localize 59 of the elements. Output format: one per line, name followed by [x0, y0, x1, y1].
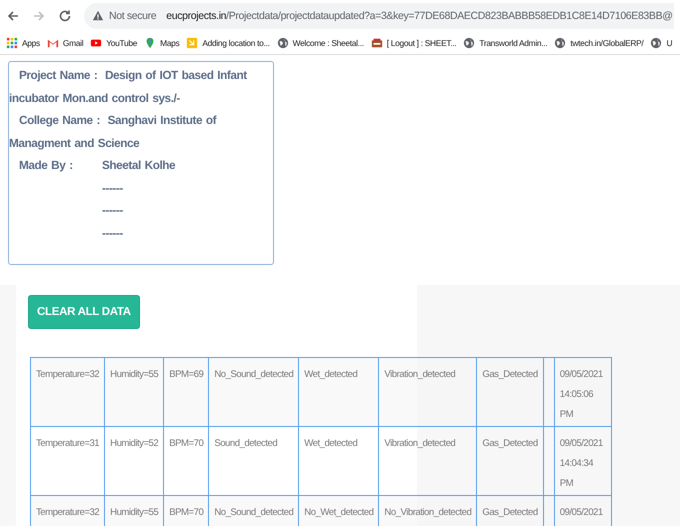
- bookmark[interactable]: twtech.in/GlobalERP/: [554, 37, 644, 49]
- table-cell: [543, 358, 554, 426]
- mail-icon: [46, 37, 59, 49]
- table-cell: Humidity=55: [104, 358, 164, 426]
- site-icon: [370, 37, 383, 49]
- warning-icon: [92, 10, 104, 22]
- bookmark[interactable]: Adding location to...: [186, 37, 270, 49]
- globe-icon: [463, 37, 476, 49]
- field-text: Project Name : Design of IOT based Infant incubator Mon.and control sys./-: [9, 67, 248, 106]
- table-cell: No_Sound_detected: [208, 496, 299, 526]
- table-cell: Temperature=32: [30, 358, 105, 426]
- bookmark[interactable]: Transworld Admin...: [463, 37, 548, 49]
- security-label: Not secure: [109, 10, 156, 22]
- placeholder-dashes: ------: [102, 226, 123, 240]
- table-cell: Gas_Detected: [476, 426, 544, 496]
- table-cell: Humidity=52: [104, 426, 164, 496]
- field-value: Sheetal Kolhe: [102, 158, 176, 172]
- bookmark[interactable]: Welcome : Sheetal...: [276, 37, 364, 49]
- bookmark[interactable]: YouTube: [90, 37, 138, 49]
- globe-icon: [650, 37, 662, 49]
- table-cell: Gas_Detected: [476, 496, 544, 526]
- table-cell: [543, 426, 554, 496]
- globe-icon: [276, 37, 289, 49]
- table-cell: BPM=70: [164, 496, 209, 526]
- table-cell: Temperature=32: [30, 496, 105, 526]
- table-cell: Temperature=31: [30, 426, 105, 496]
- bookmark[interactable]: U: [650, 37, 672, 49]
- url-text: eucprojects.in/Projectdata/projectdataupdated?a=3&key=77DE68DAECD823BABBB58EDB1C8E14D7106E83BB@: [166, 10, 673, 22]
- bookmark[interactable]: Apps: [6, 37, 40, 49]
- bookmark[interactable]: Gmail: [46, 37, 84, 49]
- table-cell: Sound_detected: [208, 426, 299, 496]
- apps-grid-icon: [6, 37, 18, 49]
- table-cell: No_Wet_detected: [298, 496, 379, 526]
- reload-icon[interactable]: [58, 9, 72, 23]
- table-cell: Vibration_detected: [378, 426, 477, 496]
- document-icon: [186, 37, 198, 49]
- table-cell: Wet_detected: [298, 426, 379, 496]
- table-cell: BPM=69: [164, 358, 209, 426]
- table-cell: Wet_detected: [298, 358, 379, 426]
- map-pin-icon: [144, 37, 156, 49]
- bookmark[interactable]: [ Logout ] : SHEET...: [370, 37, 456, 49]
- field-text: College Name : Sanghavi Institute of Managment and Science: [9, 112, 218, 152]
- address-bar[interactable]: Not secure eucprojects.in/Projectdata/projectdataupdated?a=3&key=77DE68DAECD823BABBB58EDB1C8E14D7106E83BB@: [84, 3, 674, 29]
- table-cell: Humidity=55: [104, 496, 164, 526]
- table-cell: BPM=70: [164, 426, 209, 496]
- field-label: Made By :: [19, 157, 74, 174]
- globe-icon: [554, 37, 566, 49]
- table-cell: 09/05/2021: [554, 496, 612, 526]
- bookmark[interactable]: Maps: [144, 37, 180, 49]
- table-cell: 09/05/2021 14:04:34 PM: [554, 426, 612, 496]
- back-icon[interactable]: [6, 9, 20, 23]
- table-cell: Vibration_detected: [378, 358, 477, 426]
- table-cell: 09/05/2021 14:05:06 PM: [554, 358, 612, 426]
- placeholder-dashes: ------: [102, 203, 123, 217]
- placeholder-dashes: ------: [102, 180, 123, 194]
- table-cell: No_Vibration_detected: [378, 496, 477, 526]
- play-icon: [90, 37, 102, 49]
- table-cell: No_Sound_detected: [208, 358, 299, 426]
- table-cell: Gas_Detected: [476, 358, 544, 426]
